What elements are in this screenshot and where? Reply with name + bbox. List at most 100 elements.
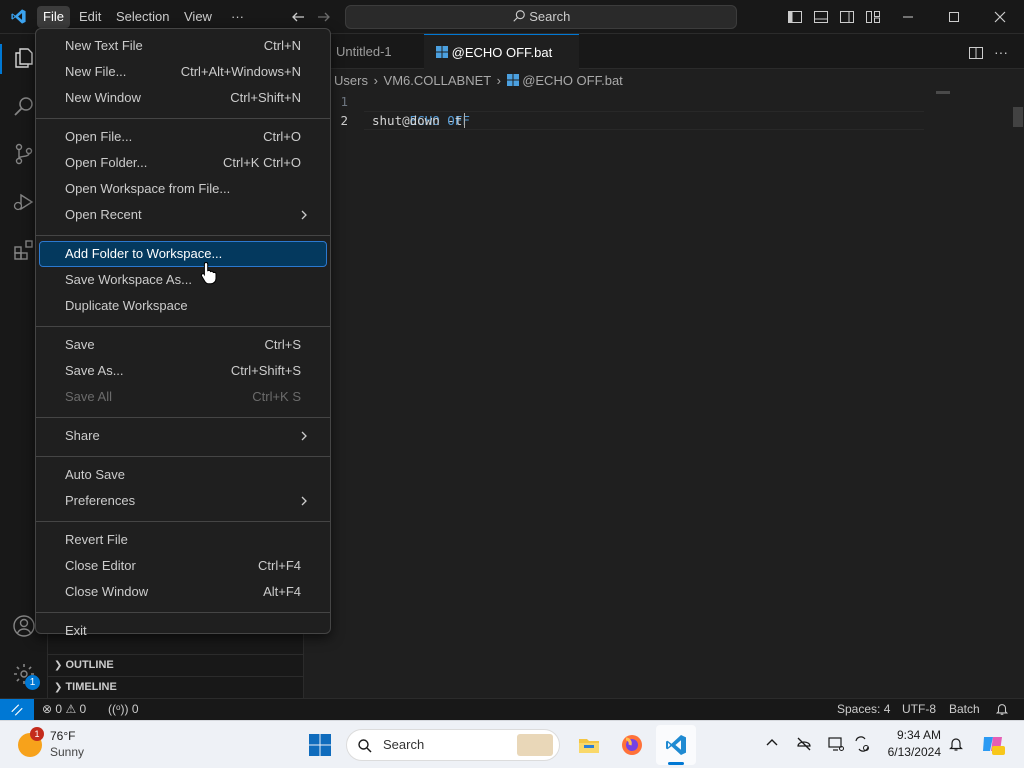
- problems-indicator[interactable]: ⊗ 0 ⚠ 0: [42, 699, 86, 720]
- menu-edit[interactable]: Edit: [73, 6, 107, 28]
- windows-taskbar: 1 76°F Sunny Search 9:34 AM 6/13/2024: [0, 720, 1024, 768]
- menu-item-new-window[interactable]: New Window Ctrl+Shift+N: [40, 86, 326, 110]
- breadcrumb: Users › VM6.COLLABNET › @ECHO OFF.bat: [334, 72, 623, 90]
- toggle-primary-sidebar-icon[interactable]: [787, 9, 803, 25]
- minimize-button[interactable]: [900, 9, 916, 25]
- warning-count: 0: [79, 702, 87, 716]
- menu-item-new-text-file[interactable]: New Text File Ctrl+N: [40, 34, 326, 58]
- indentation-status[interactable]: Spaces: 4: [837, 699, 890, 720]
- start-button[interactable]: [308, 733, 332, 757]
- menu-file[interactable]: File: [37, 6, 70, 28]
- language-mode-status[interactable]: Batch: [949, 699, 980, 720]
- menu-item-exit[interactable]: Exit: [40, 619, 326, 643]
- explorer-icon[interactable]: [12, 46, 36, 70]
- weather-temperature: 76°F: [50, 729, 76, 743]
- menu-item-label: Preferences: [65, 493, 136, 508]
- error-icon: ⊗: [42, 702, 53, 716]
- active-indicator: [0, 44, 2, 74]
- accounts-icon[interactable]: [12, 614, 36, 638]
- menu-item-add-folder-to-workspace[interactable]: Add Folder to Workspace...: [39, 241, 327, 267]
- menu-item-open-file[interactable]: Open File... Ctrl+O: [40, 125, 326, 149]
- menu-item-new-file[interactable]: New File... Ctrl+Alt+Windows+N: [40, 60, 326, 84]
- back-arrow-icon[interactable]: [290, 9, 306, 25]
- menu-item-open-folder[interactable]: Open Folder... Ctrl+K Ctrl+O: [40, 151, 326, 175]
- close-window-button[interactable]: [992, 9, 1008, 25]
- command-center-search[interactable]: Search: [345, 5, 737, 29]
- menu-item-shortcut: Ctrl+K S: [252, 389, 301, 404]
- menu-item-save-as[interactable]: Save As... Ctrl+Shift+S: [40, 359, 326, 383]
- menu-item-shortcut: Ctrl+O: [263, 129, 301, 144]
- menu-item-label: Auto Save: [65, 467, 125, 482]
- line-number-2: 2: [340, 113, 348, 128]
- notification-center-bell-icon[interactable]: [948, 736, 964, 752]
- menu-item-auto-save[interactable]: Auto Save: [40, 463, 326, 487]
- timeline-section[interactable]: ❯ TIMELINE: [48, 676, 304, 698]
- clock-date[interactable]: 6/13/2024: [883, 745, 941, 759]
- menu-item-shortcut: Ctrl+N: [263, 38, 301, 53]
- tab-echo-off-bat[interactable]: @ECHO OFF.bat: [424, 34, 579, 92]
- minimap[interactable]: [936, 91, 950, 94]
- menu-item-share[interactable]: Share: [40, 424, 326, 448]
- extensions-icon[interactable]: [12, 238, 36, 262]
- status-bar: ⊗ 0 ⚠ 0 ((ᵒ)) 0 Spaces: 4 UTF-8 Batch: [0, 698, 1024, 720]
- menu-item-open-recent[interactable]: Open Recent: [40, 203, 326, 227]
- chevron-right-icon: [298, 203, 310, 227]
- code-line-2[interactable]: shut down -t: [372, 111, 462, 130]
- toggle-panel-icon[interactable]: [813, 9, 829, 25]
- menu-item-label: Share: [65, 428, 100, 443]
- menu-item-revert-file[interactable]: Revert File: [40, 528, 326, 552]
- customize-layout-icon[interactable]: [865, 9, 881, 25]
- menu-item-duplicate-workspace[interactable]: Duplicate Workspace: [40, 294, 326, 318]
- taskbar-search[interactable]: Search: [346, 729, 560, 761]
- menu-item-label: Save: [65, 337, 95, 352]
- menu-item-open-workspace-from-file[interactable]: Open Workspace from File...: [40, 177, 326, 201]
- encoding-status[interactable]: UTF-8: [902, 699, 936, 720]
- ports-indicator[interactable]: ((ᵒ)) 0: [108, 699, 139, 720]
- menu-separator: [36, 612, 330, 613]
- toggle-secondary-sidebar-icon[interactable]: [839, 9, 855, 25]
- menu-item-save[interactable]: Save Ctrl+S: [40, 333, 326, 357]
- active-app-indicator: [668, 762, 684, 765]
- timeline-label: TIMELINE: [65, 681, 117, 693]
- menu-selection[interactable]: Selection: [110, 6, 175, 28]
- vscode-taskbar-icon[interactable]: [656, 725, 696, 765]
- notifications-bell-icon[interactable]: [995, 702, 1009, 716]
- editor-area[interactable]: Users › VM6.COLLABNET › @ECHO OFF.bat 1 …: [304, 69, 1024, 698]
- menu-item-save-all[interactable]: Save All Ctrl+K S: [40, 385, 326, 409]
- menu-view[interactable]: View: [178, 6, 218, 28]
- maximize-button[interactable]: [946, 9, 962, 25]
- menu-item-save-workspace-as[interactable]: Save Workspace As...: [40, 268, 326, 292]
- remote-button[interactable]: [0, 699, 34, 720]
- search-view-icon[interactable]: [12, 94, 36, 118]
- weather-badge: 1: [30, 727, 44, 741]
- breadcrumb-item[interactable]: VM6.COLLABNET: [384, 73, 491, 88]
- vertical-scrollbar[interactable]: [1013, 107, 1023, 127]
- settings-sync-icon[interactable]: [853, 735, 871, 753]
- tab-untitled[interactable]: Untitled-1: [324, 34, 424, 69]
- split-editor-icon[interactable]: [968, 45, 984, 61]
- firefox-icon[interactable]: [620, 733, 644, 757]
- breadcrumb-item[interactable]: Users: [334, 73, 368, 88]
- copilot-icon[interactable]: [980, 731, 1006, 757]
- menu-item-label: Open Workspace from File...: [65, 181, 231, 196]
- source-control-icon[interactable]: [12, 142, 36, 166]
- network-offline-icon[interactable]: [795, 735, 813, 753]
- breadcrumb-item[interactable]: @ECHO OFF.bat: [522, 73, 623, 88]
- outline-section[interactable]: ❯ OUTLINE: [48, 654, 304, 676]
- outline-label: OUTLINE: [65, 659, 114, 671]
- menu-more[interactable]: ···: [225, 6, 250, 28]
- display-icon[interactable]: [827, 735, 845, 753]
- tab-label: Untitled-1: [336, 44, 392, 59]
- clock-time[interactable]: 9:34 AM: [893, 728, 941, 742]
- more-actions-icon[interactable]: ···: [994, 45, 1008, 59]
- file-explorer-icon[interactable]: [577, 733, 601, 757]
- menu-item-preferences[interactable]: Preferences: [40, 489, 326, 513]
- menu-item-close-window[interactable]: Close Window Alt+F4: [40, 580, 326, 604]
- weather-widget[interactable]: 1 76°F Sunny: [18, 727, 108, 763]
- show-hidden-icons-chevron-icon[interactable]: [765, 736, 779, 750]
- menu-item-close-editor[interactable]: Close Editor Ctrl+F4: [40, 554, 326, 578]
- menu-item-label: Close Window: [65, 584, 149, 599]
- tab-label: @ECHO OFF.bat: [451, 45, 553, 60]
- run-debug-icon[interactable]: [12, 190, 36, 214]
- forward-arrow-icon[interactable]: [316, 9, 332, 25]
